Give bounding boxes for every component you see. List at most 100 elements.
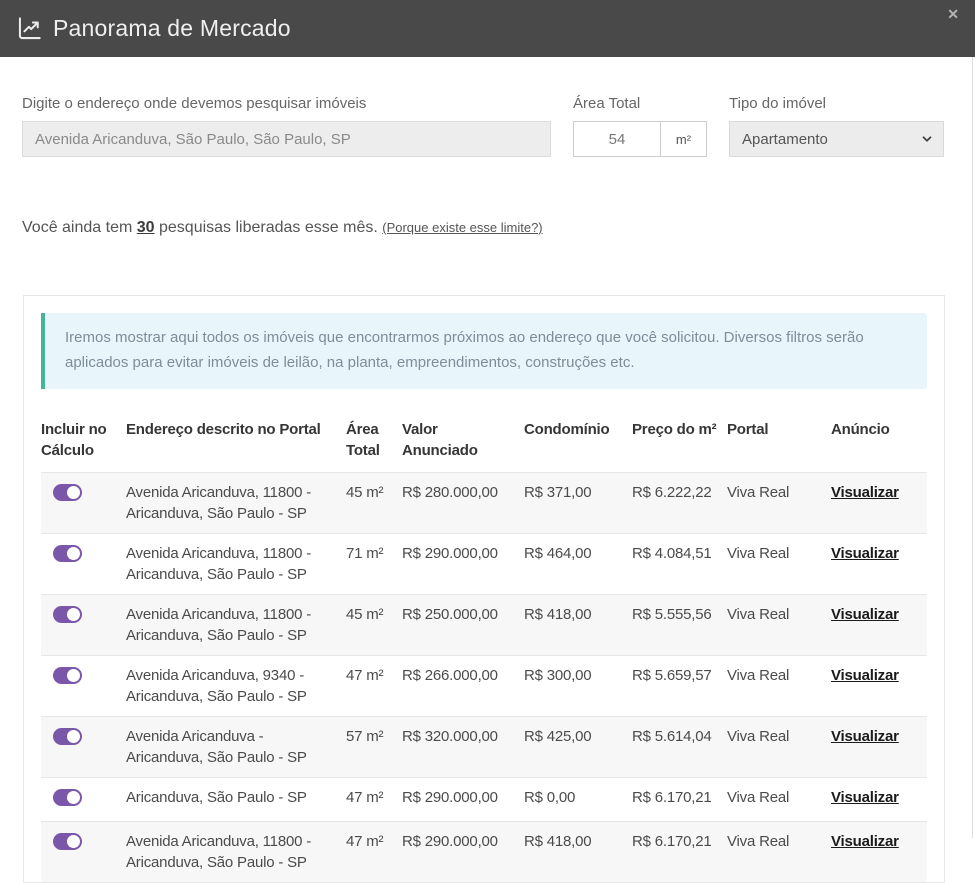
modal-header: Panorama de Mercado ✕: [0, 0, 975, 57]
view-listing-link[interactable]: Visualizar: [831, 667, 899, 684]
include-cell: [41, 822, 126, 883]
col-header-price-m2: Preço do m²: [632, 413, 727, 473]
col-header-area: Área Total: [346, 413, 402, 473]
address-cell: Avenida Aricanduva, 9340 - Aricanduva, S…: [126, 656, 346, 717]
ad-cell: Visualizar: [831, 473, 927, 534]
address-field-group: Digite o endereço onde devemos pesquisar…: [22, 95, 551, 157]
results-table-head: Incluir no Cálculo Endereço descrito no …: [41, 413, 927, 473]
area-cell: 47 m²: [346, 778, 402, 822]
quota-suffix: pesquisas liberadas esse mês.: [159, 219, 378, 236]
portal-cell: Viva Real: [727, 822, 831, 883]
toggle-knob: [67, 608, 80, 621]
view-listing-link[interactable]: Visualizar: [831, 545, 899, 562]
price-cell: R$ 290.000,00: [402, 778, 524, 822]
area-cell: 45 m²: [346, 473, 402, 534]
portal-cell: Viva Real: [727, 778, 831, 822]
table-row: Avenida Aricanduva, 11800 - Aricanduva, …: [41, 473, 927, 534]
ad-cell: Visualizar: [831, 656, 927, 717]
col-header-price: Valor Anunciado: [402, 413, 524, 473]
portal-cell: Viva Real: [727, 473, 831, 534]
property-type-select[interactable]: Apartamento: [729, 121, 944, 157]
ad-cell: Visualizar: [831, 717, 927, 778]
price-cell: R$ 320.000,00: [402, 717, 524, 778]
price-m2-cell: R$ 6.170,21: [632, 778, 727, 822]
view-listing-link[interactable]: Visualizar: [831, 606, 899, 623]
table-row: Avenida Aricanduva, 9340 - Aricanduva, S…: [41, 656, 927, 717]
results-table-body: Avenida Aricanduva, 11800 - Aricanduva, …: [41, 473, 927, 883]
view-listing-link[interactable]: Visualizar: [831, 728, 899, 745]
price-m2-cell: R$ 6.222,22: [632, 473, 727, 534]
price-cell: R$ 280.000,00: [402, 473, 524, 534]
condo-cell: R$ 300,00: [524, 656, 632, 717]
include-cell: [41, 656, 126, 717]
price-m2-cell: R$ 5.555,56: [632, 595, 727, 656]
notice-box: Iremos mostrar aqui todos os imóveis que…: [41, 313, 927, 389]
ad-cell: Visualizar: [831, 534, 927, 595]
include-toggle[interactable]: [53, 484, 82, 501]
area-cell: 47 m²: [346, 822, 402, 883]
address-label: Digite o endereço onde devemos pesquisar…: [22, 95, 551, 112]
ad-cell: Visualizar: [831, 595, 927, 656]
close-icon[interactable]: ✕: [947, 7, 959, 21]
include-cell: [41, 778, 126, 822]
property-type-label: Tipo do imóvel: [729, 95, 944, 112]
address-cell: Avenida Aricanduva, 11800 - Aricanduva, …: [126, 595, 346, 656]
include-toggle[interactable]: [53, 545, 82, 562]
toggle-knob: [67, 791, 80, 804]
condo-cell: R$ 418,00: [524, 595, 632, 656]
results-card: Iremos mostrar aqui todos os imóveis que…: [23, 295, 945, 883]
price-m2-cell: R$ 5.659,57: [632, 656, 727, 717]
quota-line: Você ainda tem 30 pesquisas liberadas es…: [0, 219, 975, 237]
include-toggle[interactable]: [53, 789, 82, 806]
include-toggle[interactable]: [53, 667, 82, 684]
table-row: Aricanduva, São Paulo - SP 47 m² R$ 290.…: [41, 778, 927, 822]
portal-cell: Viva Real: [727, 717, 831, 778]
price-m2-cell: R$ 5.614,04: [632, 717, 727, 778]
col-header-include: Incluir no Cálculo: [41, 413, 126, 473]
table-row: Avenida Aricanduva - Aricanduva, São Pau…: [41, 717, 927, 778]
condo-cell: R$ 418,00: [524, 822, 632, 883]
table-row: Avenida Aricanduva, 11800 - Aricanduva, …: [41, 822, 927, 883]
ad-cell: Visualizar: [831, 778, 927, 822]
area-label: Área Total: [573, 95, 707, 112]
quota-count: 30: [137, 219, 155, 236]
view-listing-link[interactable]: Visualizar: [831, 484, 899, 501]
table-row: Avenida Aricanduva, 11800 - Aricanduva, …: [41, 595, 927, 656]
area-input[interactable]: [573, 121, 661, 157]
area-cell: 47 m²: [346, 656, 402, 717]
address-cell: Avenida Aricanduva, 11800 - Aricanduva, …: [126, 822, 346, 883]
address-input[interactable]: [22, 121, 551, 157]
include-toggle[interactable]: [53, 606, 82, 623]
address-cell: Avenida Aricanduva, 11800 - Aricanduva, …: [126, 534, 346, 595]
area-cell: 57 m²: [346, 717, 402, 778]
price-m2-cell: R$ 6.170,21: [632, 822, 727, 883]
include-toggle[interactable]: [53, 833, 82, 850]
price-cell: R$ 290.000,00: [402, 822, 524, 883]
address-cell: Avenida Aricanduva, 11800 - Aricanduva, …: [126, 473, 346, 534]
table-row: Avenida Aricanduva, 11800 - Aricanduva, …: [41, 534, 927, 595]
area-cell: 45 m²: [346, 595, 402, 656]
area-field-group: Área Total m²: [573, 95, 707, 157]
page-title: Panorama de Mercado: [53, 15, 291, 42]
include-cell: [41, 717, 126, 778]
col-header-ad: Anúncio: [831, 413, 927, 473]
property-type-field-group: Tipo do imóvel Apartamento: [729, 95, 944, 157]
address-cell: Aricanduva, São Paulo - SP: [126, 778, 346, 822]
ad-cell: Visualizar: [831, 822, 927, 883]
include-cell: [41, 595, 126, 656]
condo-cell: R$ 464,00: [524, 534, 632, 595]
notice-text: Iremos mostrar aqui todos os imóveis que…: [65, 329, 864, 371]
condo-cell: R$ 0,00: [524, 778, 632, 822]
quota-limit-link[interactable]: (Porque existe esse limite?): [382, 220, 542, 235]
toggle-knob: [67, 486, 80, 499]
viewport-edge-divider: [972, 57, 973, 838]
toggle-knob: [67, 835, 80, 848]
view-listing-link[interactable]: Visualizar: [831, 789, 899, 806]
condo-cell: R$ 371,00: [524, 473, 632, 534]
price-cell: R$ 266.000,00: [402, 656, 524, 717]
address-cell: Avenida Aricanduva - Aricanduva, São Pau…: [126, 717, 346, 778]
view-listing-link[interactable]: Visualizar: [831, 833, 899, 850]
col-header-portal: Portal: [727, 413, 831, 473]
include-toggle[interactable]: [53, 728, 82, 745]
price-m2-cell: R$ 4.084,51: [632, 534, 727, 595]
